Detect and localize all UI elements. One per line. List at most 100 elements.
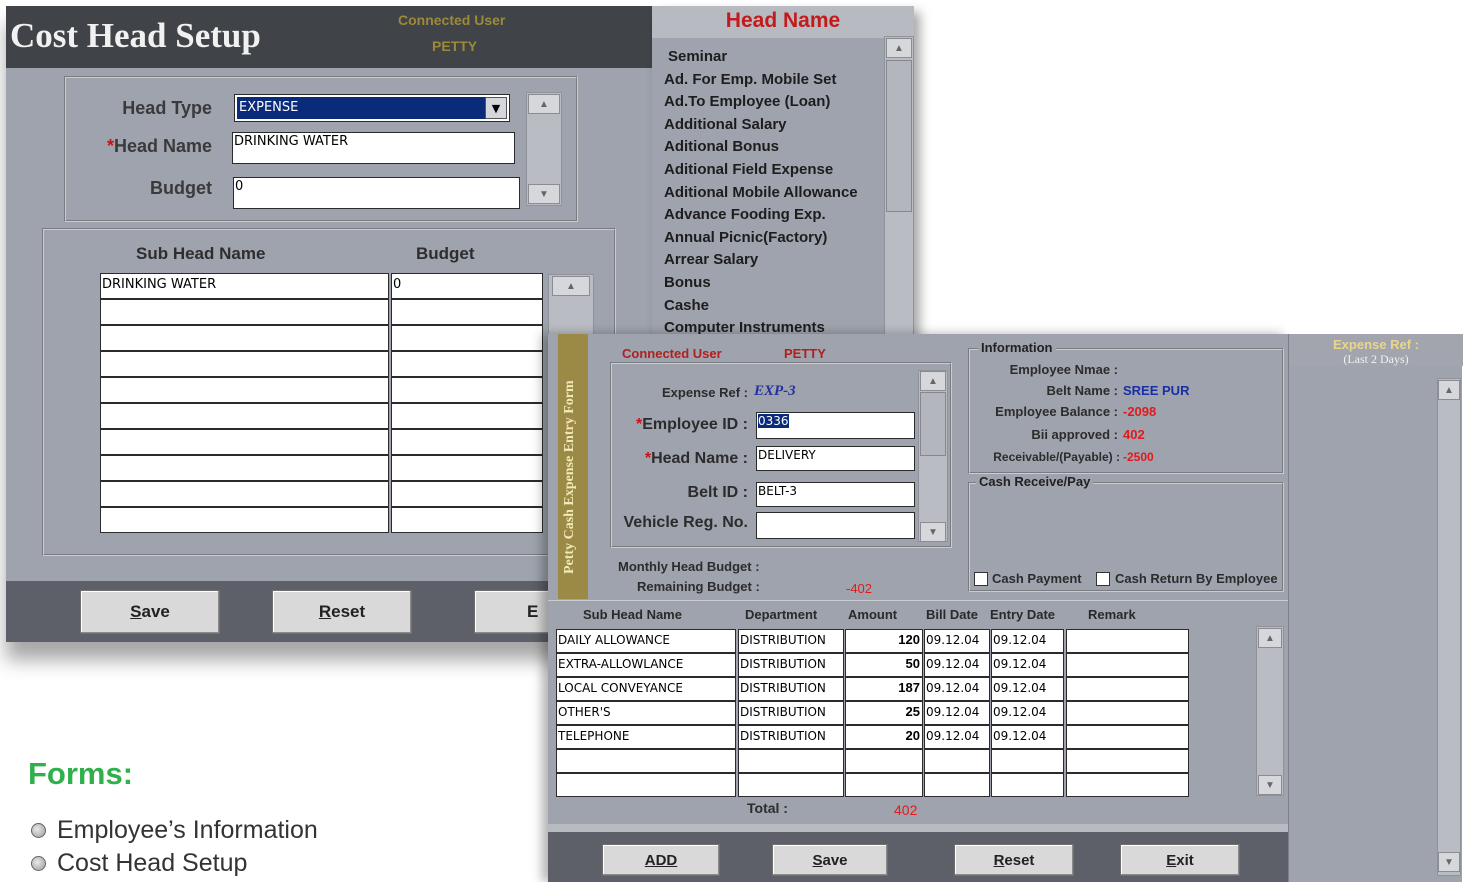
amount-cell[interactable]: 120 (845, 629, 923, 653)
exit-button[interactable]: Exit (1120, 844, 1240, 876)
bill-date-cell[interactable]: 09.12.04 (924, 653, 990, 677)
sub-head-budget-cell[interactable] (391, 507, 543, 533)
scroll-up-icon[interactable]: ▲ (552, 276, 590, 296)
entry-date-cell[interactable]: 09.12.04 (991, 701, 1064, 725)
sub-head-budget-cell[interactable]: 0 (391, 273, 543, 299)
remark-cell[interactable] (1066, 677, 1189, 701)
save-button[interactable]: Save (80, 590, 220, 634)
sub-head-name-cell[interactable]: DRINKING WATER (100, 273, 389, 299)
reset-button[interactable]: Reset (954, 844, 1074, 876)
sub-head-budget-cell[interactable] (391, 351, 543, 377)
entry-date-cell[interactable]: 09.12.04 (991, 653, 1064, 677)
remark-cell[interactable] (1066, 725, 1189, 749)
chevron-down-icon[interactable]: ▼ (485, 97, 507, 119)
sub-head-name-cell[interactable] (100, 403, 389, 429)
scroll-up-icon[interactable]: ▲ (1258, 628, 1282, 648)
head-name-list-item[interactable]: Ad.To Employee (Loan) (664, 93, 830, 110)
sub-head-name-cell[interactable]: EXTRA-ALLOWLANCE (556, 653, 736, 677)
amount-cell[interactable] (845, 773, 923, 797)
sub-head-name-cell[interactable] (100, 351, 389, 377)
belt-id-input[interactable]: BELT-3 (756, 482, 915, 507)
scroll-down-icon[interactable]: ▼ (920, 522, 946, 542)
sub-head-name-cell[interactable] (100, 299, 389, 325)
bill-date-cell[interactable]: 09.12.04 (924, 701, 990, 725)
sub-head-name-cell[interactable]: OTHER'S (556, 701, 736, 725)
amount-cell[interactable]: 50 (845, 653, 923, 677)
sub-head-budget-cell[interactable] (391, 481, 543, 507)
sub-head-name-cell[interactable] (100, 325, 389, 351)
bill-date-cell[interactable]: 09.12.04 (924, 725, 990, 749)
vehicle-reg-input[interactable] (756, 512, 915, 539)
bill-date-cell[interactable] (924, 749, 990, 773)
sub-head-name-cell[interactable]: TELEPHONE (556, 725, 736, 749)
remark-cell[interactable] (1066, 701, 1189, 725)
bill-date-cell[interactable]: 09.12.04 (924, 677, 990, 701)
remark-cell[interactable] (1066, 773, 1189, 797)
sub-head-name-cell[interactable]: LOCAL CONVEYANCE (556, 677, 736, 701)
add-button[interactable]: ADD (602, 844, 720, 876)
department-cell[interactable]: DISTRIBUTION (738, 677, 844, 701)
expense-grid-scrollbar[interactable] (1256, 626, 1284, 796)
head-name-list-item[interactable]: Aditional Mobile Allowance (664, 184, 858, 201)
head-name-list-item[interactable]: Cashe (664, 297, 709, 314)
sub-head-name-cell[interactable] (100, 481, 389, 507)
head-name-list-item[interactable]: Arrear Salary (664, 251, 758, 268)
scroll-up-icon[interactable]: ▲ (920, 371, 946, 391)
remark-cell[interactable] (1066, 653, 1189, 677)
sub-head-name-cell[interactable]: DAILY ALLOWANCE (556, 629, 736, 653)
entry-date-cell[interactable]: 09.12.04 (991, 725, 1064, 749)
entry-date-cell[interactable]: 09.12.04 (991, 629, 1064, 653)
sub-head-name-cell[interactable] (100, 455, 389, 481)
entry-date-cell[interactable] (991, 749, 1064, 773)
head-name-list-item[interactable]: Advance Fooding Exp. (664, 206, 826, 223)
department-cell[interactable]: DISTRIBUTION (738, 653, 844, 677)
scroll-down-icon[interactable]: ▼ (1258, 775, 1282, 795)
sub-head-budget-cell[interactable] (391, 299, 543, 325)
reset-button[interactable]: Reset (272, 590, 412, 634)
scroll-down-icon[interactable]: ▼ (1438, 852, 1460, 872)
sub-head-budget-cell[interactable] (391, 377, 543, 403)
sub-head-budget-cell[interactable] (391, 455, 543, 481)
sub-head-budget-cell[interactable] (391, 429, 543, 455)
department-cell[interactable]: DISTRIBUTION (738, 725, 844, 749)
sub-head-budget-cell[interactable] (391, 403, 543, 429)
entry-date-cell[interactable]: 09.12.04 (991, 677, 1064, 701)
amount-cell[interactable]: 20 (845, 725, 923, 749)
save-button[interactable]: Save (772, 844, 888, 876)
cash-return-checkbox[interactable] (1096, 572, 1110, 586)
expense-ref-scrollbar[interactable] (1437, 378, 1461, 876)
sub-head-budget-cell[interactable] (391, 325, 543, 351)
scroll-up-icon[interactable]: ▲ (886, 38, 912, 58)
budget-input[interactable]: 0 (233, 177, 520, 209)
head-type-select[interactable]: EXPENSE ▼ (234, 94, 510, 122)
department-cell[interactable]: DISTRIBUTION (738, 701, 844, 725)
remark-cell[interactable] (1066, 749, 1189, 773)
head-name-list-item[interactable]: Seminar (668, 48, 727, 65)
scroll-up-icon[interactable]: ▲ (528, 94, 560, 114)
department-cell[interactable] (738, 749, 844, 773)
scroll-thumb[interactable] (886, 60, 912, 212)
head-name-list-item[interactable]: Bonus (664, 274, 711, 291)
department-cell[interactable] (738, 773, 844, 797)
amount-cell[interactable]: 187 (845, 677, 923, 701)
bill-date-cell[interactable]: 09.12.04 (924, 629, 990, 653)
bill-date-cell[interactable] (924, 773, 990, 797)
head-name-input[interactable]: DELIVERY (756, 446, 915, 471)
head-name-list-item[interactable]: Aditional Bonus (664, 138, 779, 155)
head-name-list-item[interactable]: Aditional Field Expense (664, 161, 833, 178)
head-name-list-item[interactable]: Annual Picnic(Factory) (664, 229, 827, 246)
scroll-down-icon[interactable]: ▼ (528, 184, 560, 204)
department-cell[interactable]: DISTRIBUTION (738, 629, 844, 653)
cash-payment-checkbox[interactable] (974, 572, 988, 586)
remark-cell[interactable] (1066, 629, 1189, 653)
scroll-up-icon[interactable]: ▲ (1438, 380, 1460, 400)
head-name-input[interactable]: DRINKING WATER (232, 132, 515, 164)
sub-head-name-cell[interactable] (556, 773, 736, 797)
entry-date-cell[interactable] (991, 773, 1064, 797)
sub-head-name-cell[interactable] (100, 429, 389, 455)
sub-head-name-cell[interactable] (100, 507, 389, 533)
sub-head-name-cell[interactable] (556, 749, 736, 773)
head-name-list-item[interactable]: Additional Salary (664, 116, 787, 133)
employee-id-input[interactable]: 0336 (756, 412, 915, 439)
scroll-thumb[interactable] (920, 392, 946, 456)
